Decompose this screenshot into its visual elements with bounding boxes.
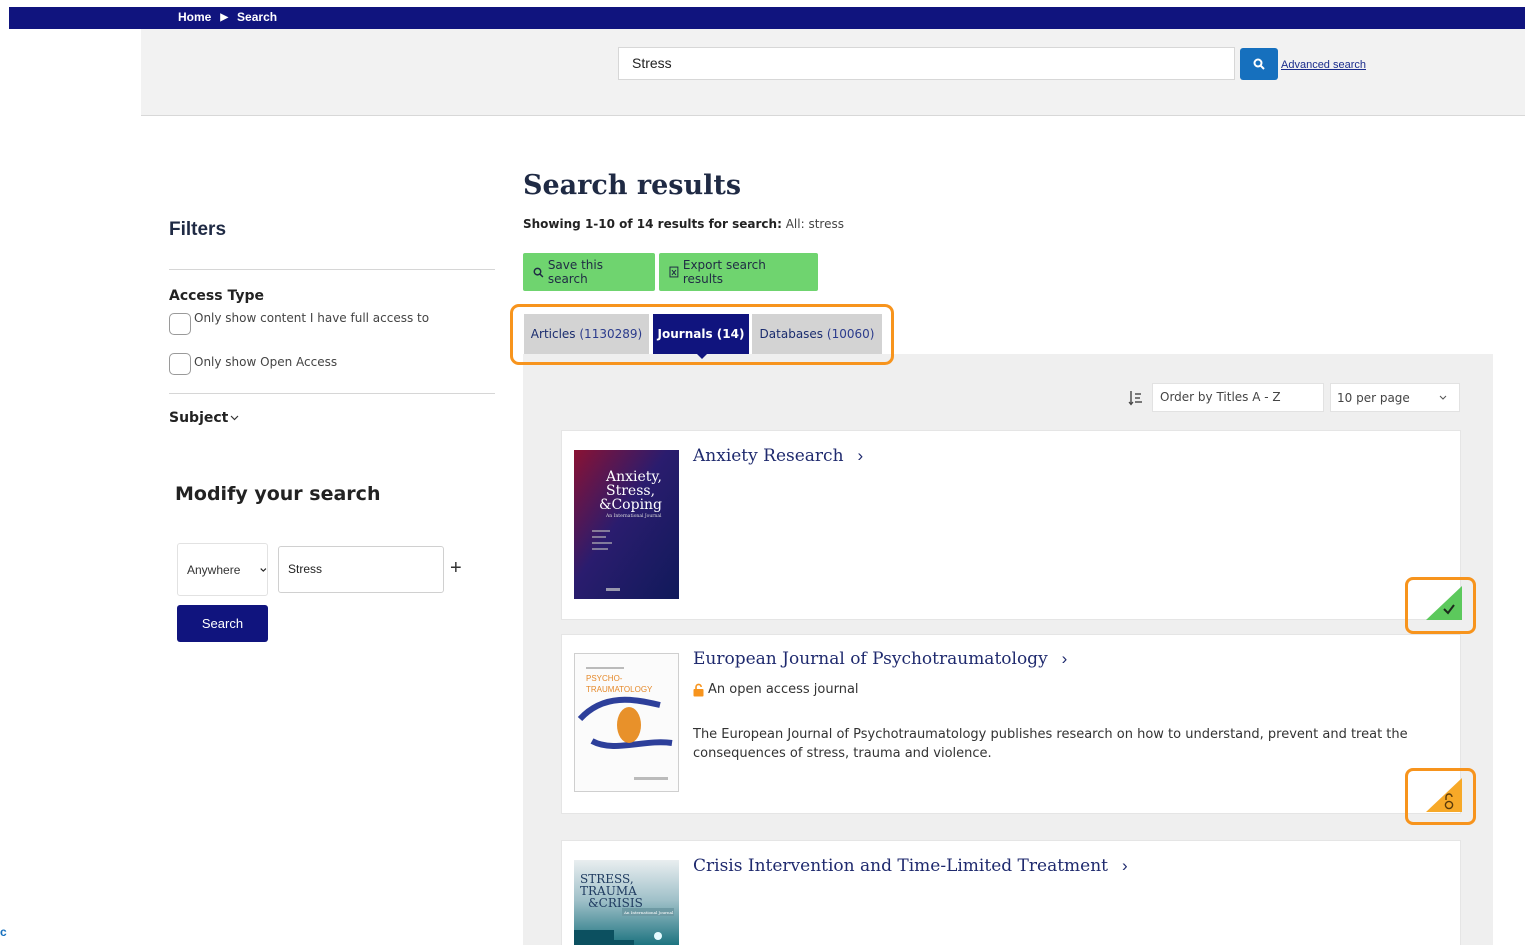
divider [169,393,495,394]
filter-full-access[interactable]: Only show content I have full access to [169,311,430,335]
journal-title-link[interactable]: Crisis Intervention and Time-Limited Tre… [693,856,1128,876]
full-access-checkbox[interactable] [169,313,191,335]
journal-cover-image[interactable]: STRESS, TRAUMA &CRISIS An International … [574,860,679,945]
breadcrumb-separator-icon: ▶ [220,11,229,23]
modify-term-input[interactable]: Stress [278,546,444,593]
top-search-button[interactable] [1240,48,1278,80]
tab-journals-count: (14) [716,327,745,341]
order-select[interactable]: Order by Titles A - Z [1152,383,1324,412]
open-access-label: An open access journal [708,682,859,697]
search-icon [533,267,544,278]
tab-articles-count: (1130289) [579,327,643,341]
export-results-button[interactable]: Export search results [659,253,818,291]
cover-line: &CRISIS [588,896,643,910]
top-search-input[interactable]: Stress [618,47,1235,80]
per-page-select[interactable]: 10 per page [1330,383,1460,412]
journal-title: Anxiety Research [693,446,844,466]
tab-articles[interactable]: Articles (1130289) [524,314,649,354]
journal-description: The European Journal of Psychotraumatolo… [693,727,1408,761]
chevron-right-icon: › [1122,856,1128,875]
search-header: Stress Advanced search [141,29,1525,116]
chevron-down-icon [230,415,239,421]
tab-journals[interactable]: Journals (14) [653,314,749,354]
subject-filter-toggle[interactable]: Subject [169,410,239,426]
chevron-down-icon [1439,395,1447,400]
open-access-label: Only show Open Access [194,355,338,369]
cover-line: PSYCHO- [586,674,623,683]
breadcrumb-home[interactable]: Home [178,10,211,24]
unlock-icon [693,683,704,696]
results-summary-prefix: Showing 1-10 of 14 results for search: [523,217,782,231]
advanced-search-link[interactable]: Advanced search [1281,59,1366,71]
modify-search-heading: Modify your search [175,483,381,505]
open-access-badge-icon [1426,778,1462,812]
cover-subtitle: An International Journal [605,513,662,519]
field-select[interactable]: Anywhere [177,543,268,596]
subject-label: Subject [169,410,229,426]
filters-heading: Filters [169,219,227,240]
access-type-heading: Access Type [169,288,264,304]
side-edge-link[interactable]: c [0,925,7,939]
results-summary: Showing 1-10 of 14 results for search: A… [523,217,844,231]
full-access-label: Only show content I have full access to [194,311,430,325]
search-icon [1253,58,1265,70]
add-row-button[interactable]: + [450,557,462,580]
tab-databases-count: (10060) [826,327,875,341]
journal-title-link[interactable]: European Journal of Psychotraumatology › [693,649,1067,669]
tab-databases[interactable]: Databases (10060) [752,314,882,354]
per-page-value: 10 per page [1337,390,1410,405]
divider [169,269,495,270]
open-access-note: An open access journal [693,682,859,697]
journal-cover-image[interactable]: Anxiety, Stress, &Coping An Internationa… [574,450,679,599]
cover-subtitle: An International Journal [623,910,674,915]
page-title: Search results [523,170,742,201]
file-export-icon [669,266,679,278]
sort-icon [1128,391,1142,406]
journal-title-link[interactable]: Anxiety Research › [693,446,863,466]
results-summary-query: All: stress [785,217,844,231]
filter-open-access[interactable]: Only show Open Access [169,353,337,375]
chevron-right-icon: › [857,446,864,465]
tab-articles-label: Articles [530,327,576,341]
breadcrumb-current[interactable]: Search [237,10,277,24]
chevron-down-icon [260,567,267,572]
cover-line: &Coping [599,497,662,513]
breadcrumb: Home ▶ Search [178,10,277,24]
top-nav-bar: Home ▶ Search [9,7,1525,29]
journal-title: European Journal of Psychotraumatology [693,649,1048,669]
modify-search-button[interactable]: Search [177,605,268,642]
full-access-badge-icon [1426,586,1462,620]
tab-journals-label: Journals [657,327,713,341]
export-results-label: Export search results [682,258,766,286]
cover-line: TRAUMATOLOGY [586,685,653,694]
journal-title: Crisis Intervention and Time-Limited Tre… [693,856,1108,876]
field-select-value: Anywhere [187,562,241,577]
open-access-checkbox[interactable] [169,353,191,375]
save-search-button[interactable]: Save this search [523,253,655,291]
chevron-right-icon: › [1061,649,1068,668]
active-tab-caret [697,354,707,359]
save-search-label: Save this search [547,258,603,286]
tab-databases-label: Databases [759,327,824,341]
journal-cover-image[interactable]: PSYCHO- TRAUMATOLOGY [574,653,679,792]
